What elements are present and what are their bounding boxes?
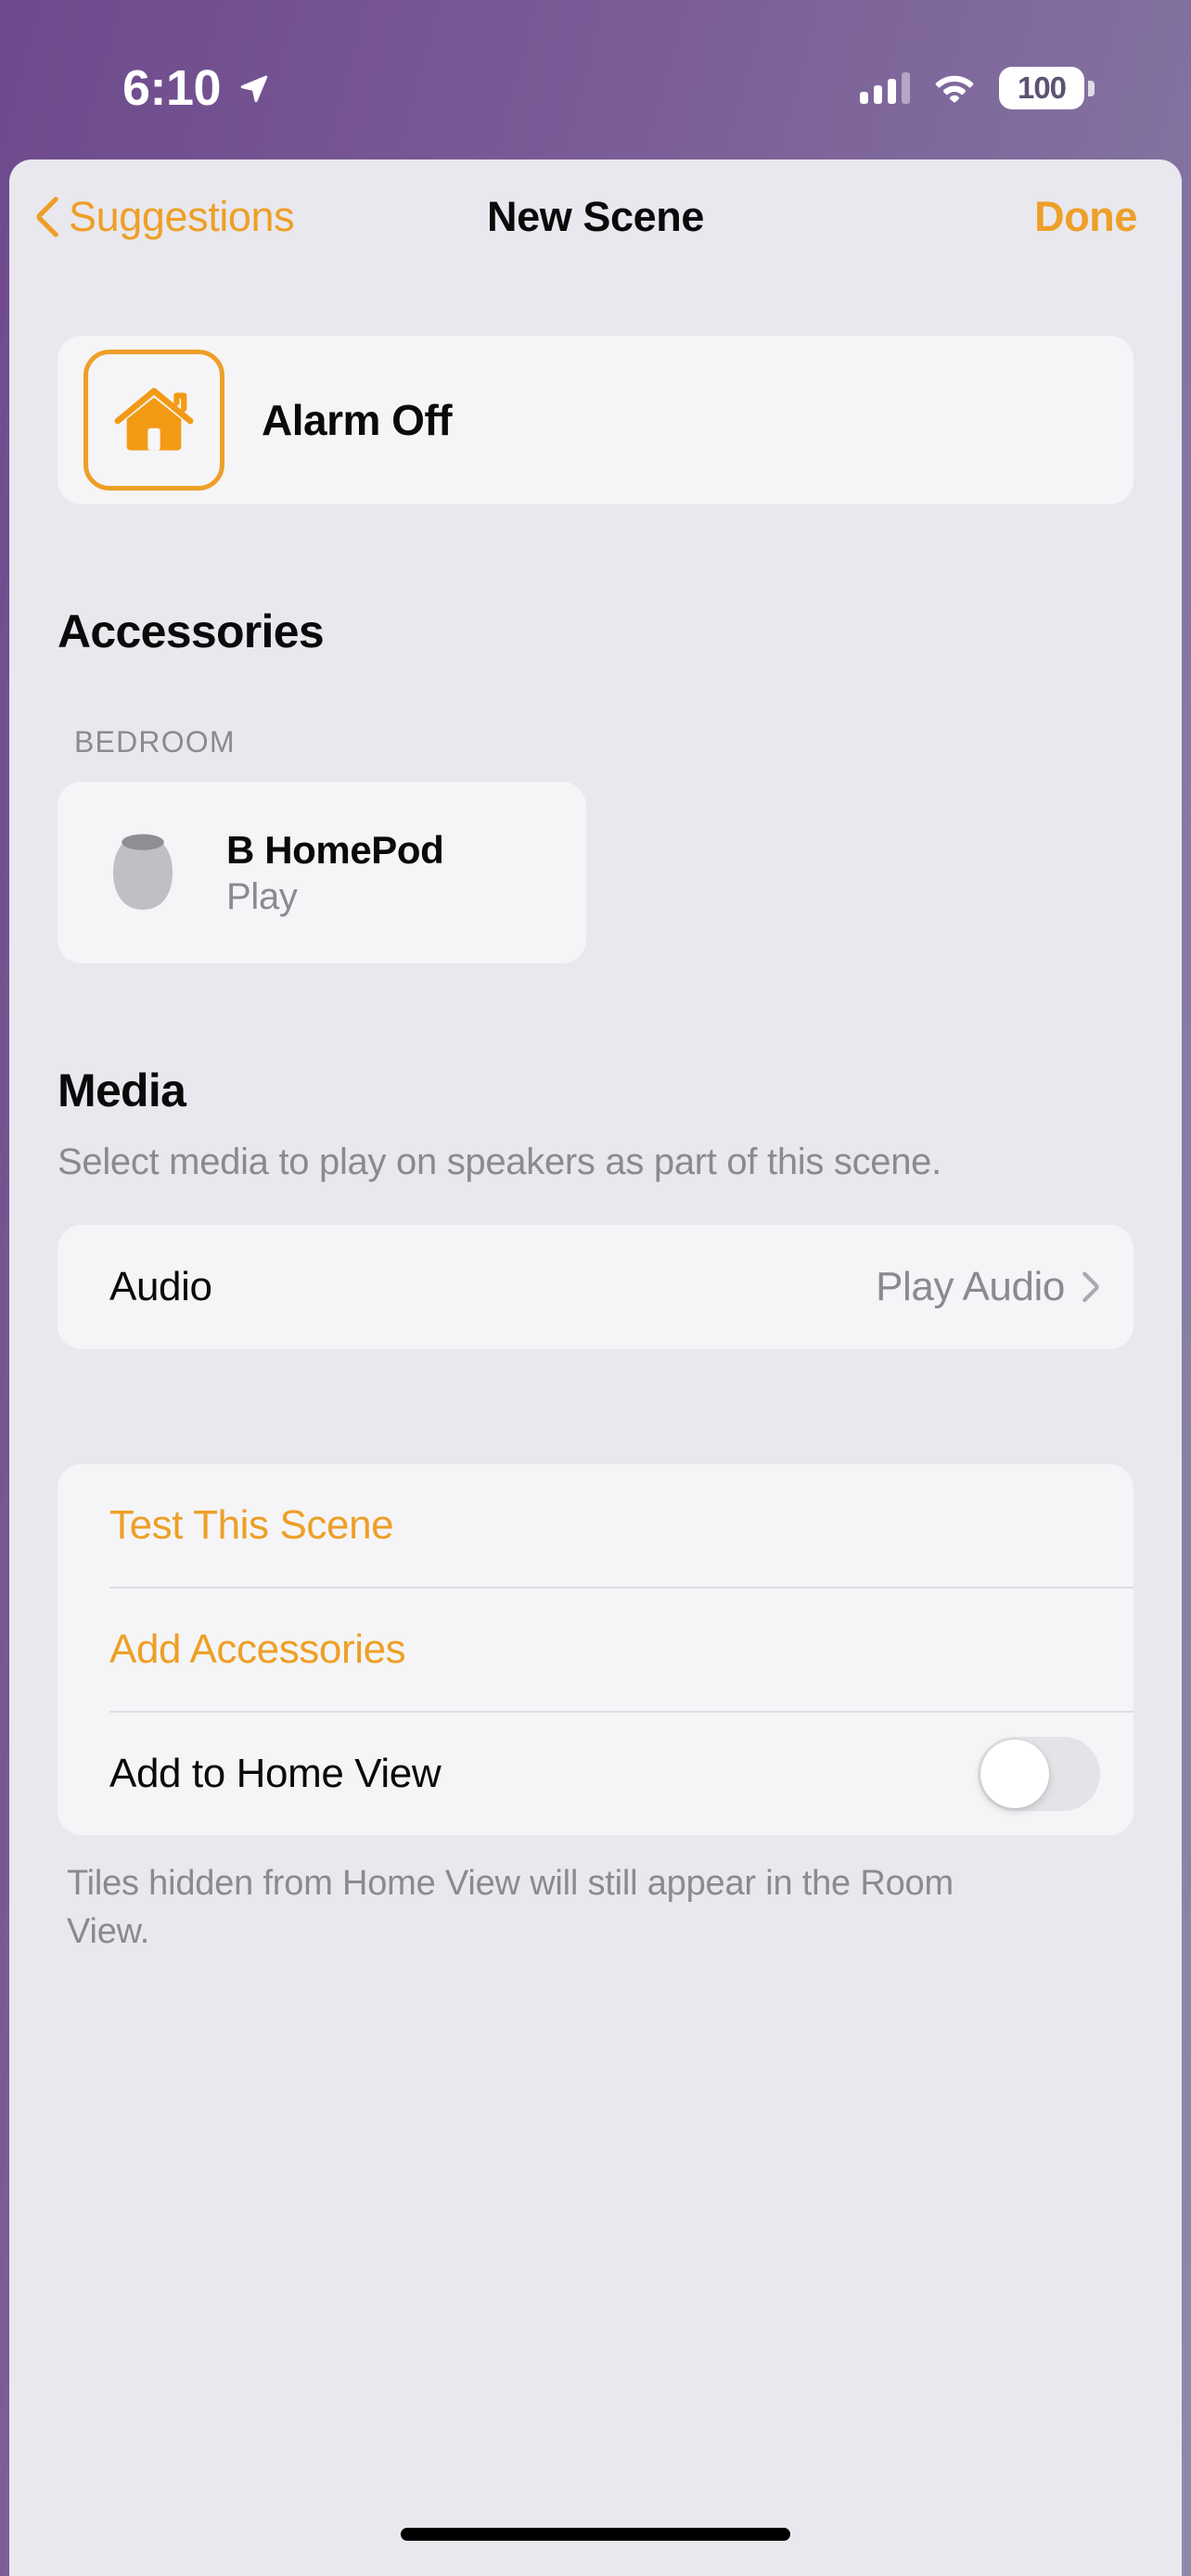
media-section-subtitle: Select media to play on speakers as part… [58, 1141, 941, 1182]
accessory-state: Play [226, 875, 298, 917]
scene-name-card[interactable]: Alarm Off [58, 336, 1133, 504]
accessories-room-label: BEDROOM [74, 725, 236, 759]
battery-icon: 100 [999, 67, 1095, 109]
add-accessories-label: Add Accessories [109, 1626, 406, 1672]
house-icon [114, 388, 194, 451]
wifi-icon [935, 75, 974, 103]
done-button[interactable]: Done [1034, 193, 1137, 241]
chevron-right-icon [1082, 1271, 1099, 1303]
status-bar-time: 6:10 [122, 60, 222, 116]
scene-editor-sheet: Suggestions New Scene Done Alarm Off Acc… [9, 159, 1182, 2576]
accessories-section-title: Accessories [58, 606, 325, 657]
add-accessories-button[interactable]: Add Accessories [58, 1588, 1133, 1711]
add-to-home-view-row[interactable]: Add to Home View [58, 1713, 1133, 1835]
test-this-scene-label: Test This Scene [109, 1502, 394, 1548]
add-to-home-view-toggle[interactable] [978, 1737, 1100, 1811]
status-bar-right: 100 [860, 67, 1095, 109]
homepod-icon [113, 834, 173, 910]
add-to-home-view-label: Add to Home View [109, 1751, 442, 1796]
accessory-name: B HomePod [226, 827, 444, 872]
home-view-footnote: Tiles hidden from Home View will still a… [67, 1864, 954, 1952]
accessory-tile-b-homepod[interactable]: B HomePod Play [58, 782, 586, 963]
battery-percent-label: 100 [1017, 70, 1067, 105]
scene-icon-button[interactable] [83, 350, 224, 491]
status-bar-left: 6:10 [122, 59, 269, 117]
audio-row-label: Audio [109, 1264, 212, 1309]
scene-actions-group: Test This Scene Add Accessories Add to H… [58, 1464, 1133, 1835]
location-arrow-icon [240, 75, 268, 103]
audio-row-value-group: Play Audio [876, 1264, 1100, 1310]
accessory-text: B HomePod Play [226, 827, 444, 918]
audio-row[interactable]: Audio Play Audio [58, 1225, 1133, 1349]
toggle-knob [980, 1740, 1049, 1808]
media-section-title: Media [58, 1065, 186, 1116]
status-bar: 6:10 100 [0, 0, 1191, 159]
navigation-bar: Suggestions New Scene Done [9, 159, 1182, 274]
cellular-bars-icon [860, 72, 910, 104]
scene-name-label: Alarm Off [262, 396, 453, 444]
page-title: New Scene [486, 193, 704, 240]
home-indicator[interactable] [401, 2528, 790, 2541]
audio-row-value: Play Audio [876, 1264, 1065, 1309]
test-this-scene-button[interactable]: Test This Scene [58, 1464, 1133, 1587]
